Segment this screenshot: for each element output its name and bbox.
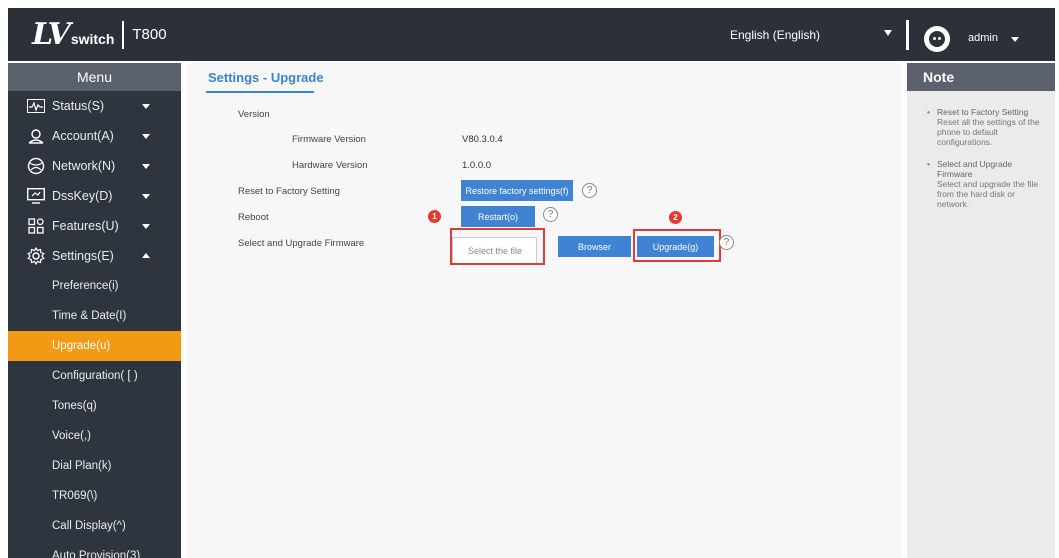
network-icon xyxy=(26,157,46,175)
sidebar-subitem-voice[interactable]: Voice(,) xyxy=(8,421,181,451)
sidebar-subitem-upgrade[interactable]: Upgrade(u) xyxy=(8,331,181,361)
sidebar-item-network[interactable]: Network(N) xyxy=(8,151,181,181)
sidebar-item-features[interactable]: Features(U) xyxy=(8,211,181,241)
account-icon xyxy=(26,127,46,145)
note-entry: Select and Upgrade Firmware Select and u… xyxy=(927,159,1047,209)
hardware-version-label: Hardware Version xyxy=(292,160,368,171)
highlight-box-file xyxy=(450,228,545,265)
note-entry-body: Reset all the settings of the phone to d… xyxy=(937,117,1040,147)
browse-button[interactable]: Browser xyxy=(558,236,631,257)
chevron-down-icon xyxy=(142,104,150,109)
gear-icon xyxy=(26,247,46,265)
chevron-down-icon xyxy=(884,30,892,36)
step-2-badge: 2 xyxy=(669,211,682,224)
step-1-badge: 1 xyxy=(428,210,441,223)
sidebar-subitem-auto-provision[interactable]: Auto Provision(3) xyxy=(8,541,181,558)
restore-factory-button[interactable]: Restore factory settings(f) xyxy=(461,180,573,201)
brand-logo: LV switch xyxy=(32,16,115,52)
sidebar-item-label: Features(U) xyxy=(52,219,119,233)
logo-mark: LV xyxy=(32,16,71,52)
firmware-version-label: Firmware Version xyxy=(292,134,366,145)
note-entry-heading: Reset to Factory Setting xyxy=(937,107,1029,117)
sidebar-subitem-call-display[interactable]: Call Display(^) xyxy=(8,511,181,541)
help-icon[interactable]: ? xyxy=(543,207,558,222)
help-icon[interactable]: ? xyxy=(582,183,597,198)
sidebar-item-dsskey[interactable]: DssKey(D) xyxy=(8,181,181,211)
note-entry-heading: Select and Upgrade Firmware xyxy=(937,159,1013,179)
status-icon xyxy=(26,97,46,115)
sidebar-item-label: Account(A) xyxy=(52,129,114,143)
language-label: English (English) xyxy=(730,28,821,42)
language-select[interactable]: English (English) xyxy=(722,24,898,46)
note-panel: Note Reset to Factory Setting Reset all … xyxy=(907,63,1055,558)
sidebar-item-label: Network(N) xyxy=(52,159,116,173)
sidebar-item-status[interactable]: Status(S) xyxy=(8,91,181,121)
chevron-down-icon xyxy=(142,194,150,199)
firmware-version-value: V80.3.0.4 xyxy=(462,134,503,145)
restart-button[interactable]: Restart(o) xyxy=(461,206,535,227)
sidebar-menu: Menu Status(S) Account(A) Network(N) Dss… xyxy=(8,63,181,558)
chevron-down-icon xyxy=(142,224,150,229)
reboot-label: Reboot xyxy=(238,212,269,223)
note-list: Reset to Factory Setting Reset all the s… xyxy=(907,91,1055,209)
header-divider xyxy=(906,20,909,50)
page-title: Settings - Upgrade xyxy=(208,70,324,85)
sidebar-subitem-configuration[interactable]: Configuration( [ ) xyxy=(8,361,181,391)
version-label: Version xyxy=(238,109,270,120)
highlight-box-upgrade xyxy=(633,229,721,262)
note-entry-body: Select and upgrade the file from the har… xyxy=(937,179,1039,209)
sidebar-subitem-time-date[interactable]: Time & Date(I) xyxy=(8,301,181,331)
logo-text: switch xyxy=(70,30,115,47)
top-header: LV switch T800 English (English) admin xyxy=(8,8,1055,61)
upgrade-firmware-label: Select and Upgrade Firmware xyxy=(238,238,365,249)
note-entry: Reset to Factory Setting Reset all the s… xyxy=(927,107,1047,147)
dsskey-icon xyxy=(26,187,46,205)
reset-factory-label: Reset to Factory Setting xyxy=(238,186,340,197)
title-underline xyxy=(206,91,314,93)
chevron-down-icon xyxy=(142,164,150,169)
logo-divider xyxy=(122,20,125,49)
sidebar-item-settings[interactable]: Settings(E) xyxy=(8,241,181,271)
menu-title: Menu xyxy=(8,63,181,91)
chevron-down-icon xyxy=(142,134,150,139)
hardware-version-value: 1.0.0.0 xyxy=(462,160,492,171)
sidebar-item-account[interactable]: Account(A) xyxy=(8,121,181,151)
help-icon[interactable]: ? xyxy=(719,235,734,250)
sidebar-item-label: Settings(E) xyxy=(52,249,114,263)
sidebar-item-label: Status(S) xyxy=(52,99,105,113)
chevron-up-icon xyxy=(142,253,150,258)
avatar-icon[interactable] xyxy=(924,26,950,52)
sidebar-subitem-preference[interactable]: Preference(i) xyxy=(8,271,181,301)
note-title: Note xyxy=(907,63,1055,91)
sidebar-item-label: DssKey(D) xyxy=(52,189,113,203)
device-model: T800 xyxy=(132,26,167,43)
chevron-down-icon[interactable] xyxy=(1011,37,1019,42)
sidebar-subitem-dial-plan[interactable]: Dial Plan(k) xyxy=(8,451,181,481)
sidebar-subitem-tr069[interactable]: TR069(\) xyxy=(8,481,181,511)
features-icon xyxy=(26,217,46,235)
sidebar-subitem-tones[interactable]: Tones(q) xyxy=(8,391,181,421)
user-menu[interactable]: admin xyxy=(968,32,998,44)
main-content: Settings - Upgrade Version Firmware Vers… xyxy=(187,63,901,558)
